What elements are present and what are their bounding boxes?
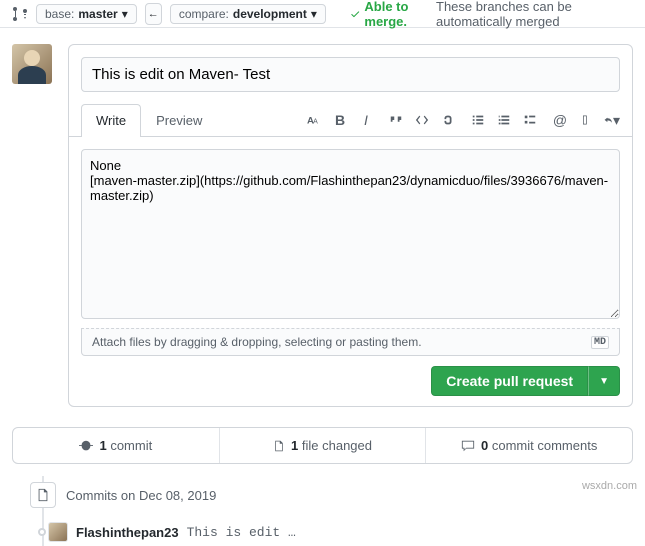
ul-icon[interactable]	[470, 112, 486, 128]
comments-label: commit comments	[492, 438, 597, 453]
commit-dot-icon	[38, 528, 46, 536]
commit-date-header: Commits on Dec 08, 2019	[12, 476, 633, 518]
code-icon[interactable]	[414, 112, 430, 128]
markdown-toolbar: AA B I @ ▾	[306, 112, 620, 128]
commits-count: 1	[99, 438, 106, 453]
comment-icon	[461, 439, 475, 453]
watermark: wsxdn.com	[582, 480, 637, 492]
stat-files[interactable]: 1 file changed	[219, 428, 426, 463]
files-label: file changed	[302, 438, 372, 453]
stat-comments[interactable]: 0 commit comments	[425, 428, 632, 463]
link-icon[interactable]	[440, 112, 456, 128]
mention-icon[interactable]: @	[552, 112, 568, 128]
base-label: base:	[45, 7, 74, 21]
merge-able-text: Able to merge.	[364, 0, 432, 29]
commits-label: commit	[110, 438, 152, 453]
compare-value: development	[233, 7, 307, 21]
svg-text:A: A	[313, 119, 318, 126]
ol-icon[interactable]	[496, 112, 512, 128]
chevron-down-icon: ▾	[311, 7, 317, 21]
heading-icon[interactable]: AA	[306, 112, 322, 128]
avatar	[12, 44, 52, 84]
files-count: 1	[291, 438, 298, 453]
create-pr-dropdown[interactable]: ▼	[588, 366, 620, 396]
commit-icon	[79, 439, 93, 453]
bold-icon[interactable]: B	[332, 112, 348, 128]
commit-message[interactable]: This is edit …	[187, 525, 296, 540]
comment-box: Write Preview AA B I	[68, 44, 633, 407]
swap-button[interactable]: ←	[145, 3, 162, 25]
merge-desc-text: These branches can be automatically merg…	[436, 0, 633, 29]
compare-bar: base: master ▾ ← compare: development ▾ …	[0, 0, 645, 28]
markdown-icon[interactable]: MD	[591, 336, 609, 349]
merge-status: Able to merge. These branches can be aut…	[350, 0, 633, 29]
attach-hint: Attach files by dragging & dropping, sel…	[92, 335, 422, 349]
stats-bar: 1 commit 1 file changed 0 commit comment…	[12, 427, 633, 464]
italic-icon[interactable]: I	[358, 112, 374, 128]
tab-row: Write Preview AA B I	[69, 104, 632, 137]
commit-avatar	[48, 522, 68, 542]
base-value: master	[78, 7, 117, 21]
comments-count: 0	[481, 438, 488, 453]
compare-label: compare:	[179, 7, 229, 21]
stat-commits[interactable]: 1 commit	[13, 428, 219, 463]
compare-branch-select[interactable]: compare: development ▾	[170, 4, 326, 24]
timeline: Commits on Dec 08, 2019 Flashinthepan23 …	[0, 476, 645, 546]
title-input[interactable]	[81, 57, 620, 92]
commit-author[interactable]: Flashinthepan23	[76, 525, 179, 540]
compare-icon	[12, 6, 28, 22]
base-branch-select[interactable]: base: master ▾	[36, 4, 137, 24]
tab-preview[interactable]: Preview	[141, 104, 217, 136]
check-icon	[350, 7, 360, 21]
commit-date-label: Commits on Dec 08, 2019	[66, 488, 216, 503]
quote-icon[interactable]	[388, 112, 404, 128]
tab-write[interactable]: Write	[81, 104, 141, 137]
chevron-down-icon: ▾	[122, 7, 128, 21]
reference-icon[interactable]	[578, 112, 594, 128]
attach-bar[interactable]: Attach files by dragging & dropping, sel…	[81, 328, 620, 356]
commit-group-icon	[30, 482, 56, 508]
file-icon	[273, 439, 285, 453]
commit-row[interactable]: Flashinthepan23 This is edit …	[12, 518, 633, 546]
create-pr-button[interactable]: Create pull request	[431, 366, 588, 396]
task-icon[interactable]	[522, 112, 538, 128]
reply-icon[interactable]: ▾	[604, 112, 620, 128]
body-textarea[interactable]	[81, 149, 620, 319]
